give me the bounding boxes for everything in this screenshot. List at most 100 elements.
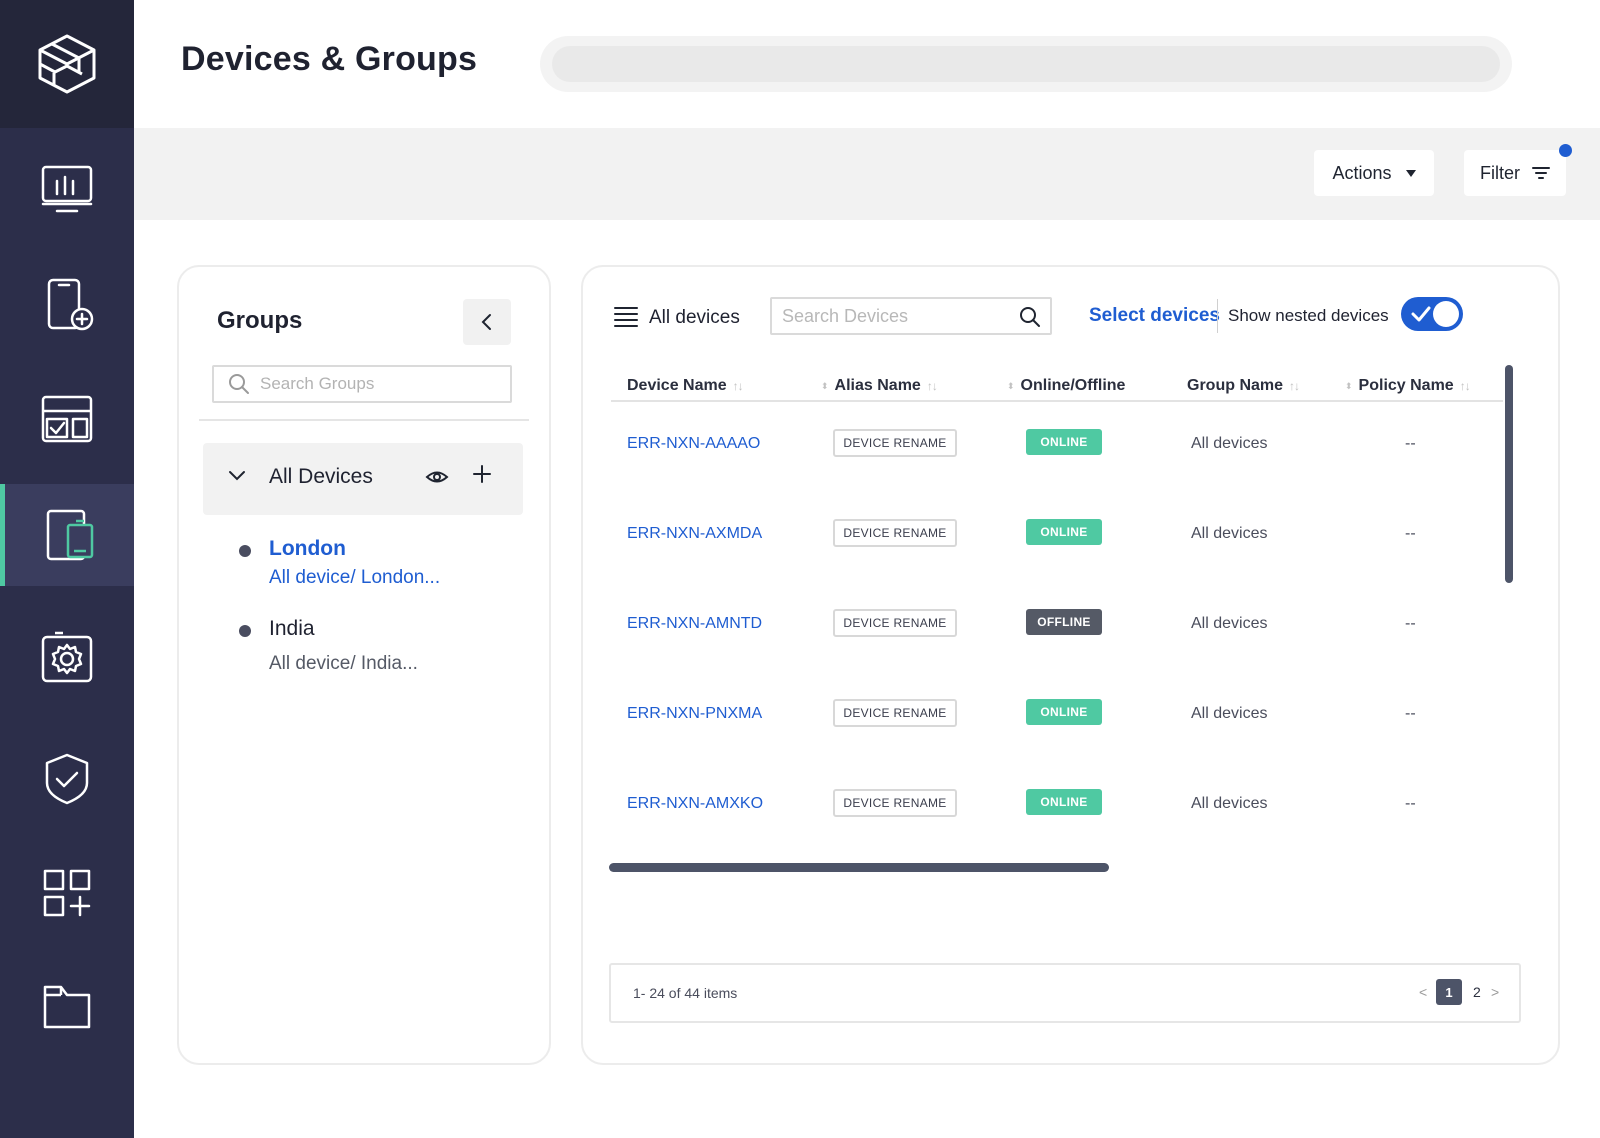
groups-divider <box>199 419 529 421</box>
search-icon[interactable] <box>1018 305 1042 329</box>
filter-label: Filter <box>1480 162 1520 183</box>
sidebar-item-devices[interactable] <box>0 484 134 586</box>
table-row[interactable]: ERR-NXN-AAAAO DEVICE RENAME ONLINE All d… <box>611 429 1503 525</box>
group-bullet <box>239 545 251 557</box>
column-header-online-offline[interactable]: ⬍ Online/Offline <box>1007 377 1125 395</box>
table-header-rule <box>611 400 1503 402</box>
sidebar-item-files[interactable] <box>0 956 134 1058</box>
status-badge: ONLINE <box>1026 429 1102 455</box>
sidebar-item-apps[interactable] <box>0 842 134 944</box>
vertical-scrollbar[interactable] <box>1505 365 1513 583</box>
pagination-page-current[interactable]: 1 <box>1436 979 1462 1005</box>
sidebar-item-layouts[interactable] <box>0 368 134 470</box>
filter-lines-icon <box>1532 167 1550 179</box>
sidebar-item-add-device[interactable] <box>0 254 134 356</box>
actions-label: Actions <box>1332 162 1392 183</box>
group-name-cell: All devices <box>1191 705 1268 722</box>
sort-arrows-icon[interactable]: ↑↓ <box>1289 379 1300 393</box>
alias-badge[interactable]: DEVICE RENAME <box>833 429 957 457</box>
column-header-device-name[interactable]: Device Name ↑↓ <box>627 377 744 395</box>
policy-name-cell: -- <box>1405 435 1416 452</box>
add-device-icon <box>47 278 94 331</box>
sort-arrows-icon[interactable]: ↑↓ <box>733 379 744 393</box>
toolbar: Actions Filter <box>134 128 1600 220</box>
groups-search-box <box>212 365 512 403</box>
show-nested-label: Show nested devices <box>1228 306 1389 325</box>
devices-view-title: All devices <box>649 307 740 328</box>
sort-arrows-icon[interactable]: ↑↓ <box>1460 379 1471 393</box>
devices-search-box <box>770 297 1052 335</box>
sidebar-item-settings[interactable] <box>0 606 134 708</box>
app-logo[interactable] <box>0 0 134 128</box>
folder-icon <box>43 985 91 1029</box>
table-row[interactable]: ERR-NXN-AMNTD DEVICE RENAME OFFLINE All … <box>611 609 1503 705</box>
policy-name-cell: -- <box>1405 525 1416 542</box>
sort-arrows-icon[interactable]: ↑↓ <box>927 379 938 393</box>
settings-gear-icon <box>41 631 93 683</box>
dashboard-monitor-icon <box>41 165 93 213</box>
alias-badge[interactable]: DEVICE RENAME <box>833 519 957 547</box>
column-header-policy-name[interactable]: ⬍ Policy Name ↑↓ <box>1345 377 1471 395</box>
status-badge: ONLINE <box>1026 519 1102 545</box>
groups-title: Groups <box>217 307 303 334</box>
devices-search-input[interactable] <box>782 305 1012 327</box>
page-title: Devices & Groups <box>181 40 478 78</box>
sidebar <box>0 0 134 1138</box>
search-icon <box>229 374 249 394</box>
pagination-next-button[interactable]: > <box>1491 984 1499 1000</box>
global-search-placeholder-bar <box>552 46 1500 82</box>
select-devices-link[interactable]: Select devices <box>1089 305 1220 327</box>
sidebar-item-security[interactable] <box>0 728 134 830</box>
collapse-groups-button[interactable] <box>463 299 511 345</box>
chevron-down-icon[interactable] <box>227 469 247 483</box>
sidebar-item-dashboard[interactable] <box>0 138 134 240</box>
pagination-summary: 1- 24 of 44 items <box>633 985 738 1001</box>
device-name-link[interactable]: ERR-NXN-AMXKO <box>627 795 763 813</box>
group-root-label: All Devices <box>269 465 373 488</box>
policy-name-cell: -- <box>1405 795 1416 812</box>
plus-icon[interactable] <box>471 463 493 485</box>
group-root-all-devices[interactable]: All Devices <box>203 443 523 515</box>
list-menu-icon[interactable] <box>613 305 639 327</box>
group-path: All device/ London... <box>269 567 441 588</box>
horizontal-scrollbar[interactable] <box>609 863 1109 872</box>
group-path: All device/ India... <box>269 653 418 674</box>
table-row[interactable]: ERR-NXN-PNXMA DEVICE RENAME ONLINE All d… <box>611 699 1503 795</box>
pagination-prev-button[interactable]: < <box>1419 984 1427 1000</box>
filter-active-indicator <box>1559 144 1572 157</box>
group-name: India <box>269 617 315 640</box>
filter-button[interactable]: Filter <box>1464 150 1566 196</box>
alias-badge[interactable]: DEVICE RENAME <box>833 609 957 637</box>
column-header-alias-name[interactable]: ⬍ Alias Name ↑↓ <box>821 377 938 395</box>
sort-handle-icon: ⬍ <box>821 380 829 391</box>
sort-handle-icon: ⬍ <box>1007 380 1015 391</box>
groups-search-input[interactable] <box>260 374 500 394</box>
column-header-group-name[interactable]: Group Name ↑↓ <box>1187 377 1300 395</box>
show-nested-toggle[interactable] <box>1401 297 1463 331</box>
eye-icon[interactable] <box>425 465 449 489</box>
group-bullet <box>239 625 251 637</box>
pagination-page-2[interactable]: 2 <box>1473 984 1481 1000</box>
device-name-link[interactable]: ERR-NXN-AAAAO <box>627 435 760 453</box>
devices-icon <box>46 509 93 561</box>
device-name-link[interactable]: ERR-NXN-AMNTD <box>627 615 762 633</box>
status-badge: ONLINE <box>1026 789 1102 815</box>
device-name-link[interactable]: ERR-NXN-PNXMA <box>627 705 762 723</box>
group-name-cell: All devices <box>1191 525 1268 542</box>
shield-check-icon <box>45 753 89 805</box>
actions-dropdown-button[interactable]: Actions <box>1314 150 1434 196</box>
policy-name-cell: -- <box>1405 615 1416 632</box>
table-row[interactable]: ERR-NXN-AXMDA DEVICE RENAME ONLINE All d… <box>611 519 1503 615</box>
layout-tasks-icon <box>41 395 93 443</box>
group-name-cell: All devices <box>1191 615 1268 632</box>
device-name-link[interactable]: ERR-NXN-AXMDA <box>627 525 762 543</box>
check-icon <box>1411 306 1431 322</box>
pagination-bar: 1- 24 of 44 items < 1 2 > <box>609 963 1521 1023</box>
global-search-bar[interactable] <box>540 36 1512 92</box>
alias-badge[interactable]: DEVICE RENAME <box>833 789 957 817</box>
toolbar-divider <box>1217 299 1218 333</box>
column-header-label: Online/Offline <box>1020 377 1126 394</box>
alias-badge[interactable]: DEVICE RENAME <box>833 699 957 727</box>
toggle-knob <box>1433 301 1459 327</box>
group-name-cell: All devices <box>1191 795 1268 812</box>
